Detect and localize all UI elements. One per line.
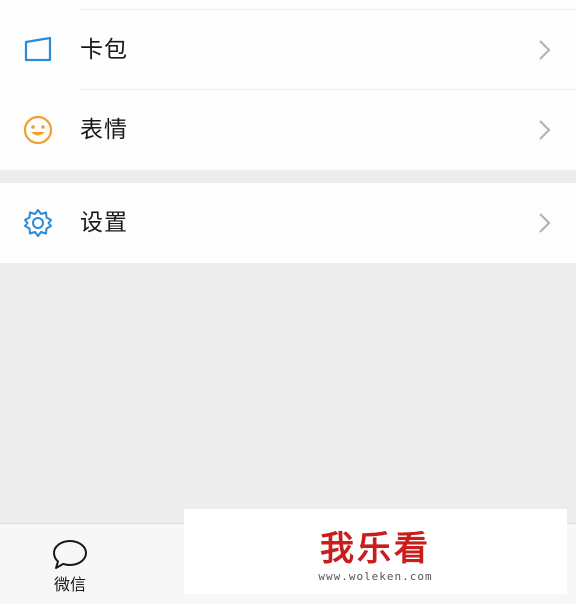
menu-item-card-wallet[interactable]: 卡包 xyxy=(0,10,576,90)
chevron-right-icon xyxy=(539,40,551,60)
menu-item-label: 设置 xyxy=(80,210,128,236)
menu-group-top: 卡包 表情 xyxy=(0,0,576,170)
card-wallet-icon xyxy=(24,36,52,62)
chevron-right-icon xyxy=(539,213,551,233)
tab-wechat[interactable]: 微信 xyxy=(0,524,120,604)
menu-item-label: 表情 xyxy=(80,117,128,143)
watermark-logo: 我乐看 www.woleken.com xyxy=(184,509,567,594)
emoji-smile-icon xyxy=(23,115,53,145)
chevron-right-icon xyxy=(539,120,551,140)
menu-group-bottom: 设置 xyxy=(0,183,576,263)
chat-bubble-icon xyxy=(53,540,87,569)
watermark-brand: 我乐看 xyxy=(320,529,431,569)
menu-item-label: 卡包 xyxy=(80,37,128,63)
menu-item-settings[interactable]: 设置 xyxy=(0,183,576,263)
tab-label: 微信 xyxy=(53,575,86,594)
watermark-url: www.woleken.com xyxy=(318,570,433,583)
menu-item-emoji[interactable]: 表情 xyxy=(0,90,576,170)
gear-icon xyxy=(24,209,52,237)
